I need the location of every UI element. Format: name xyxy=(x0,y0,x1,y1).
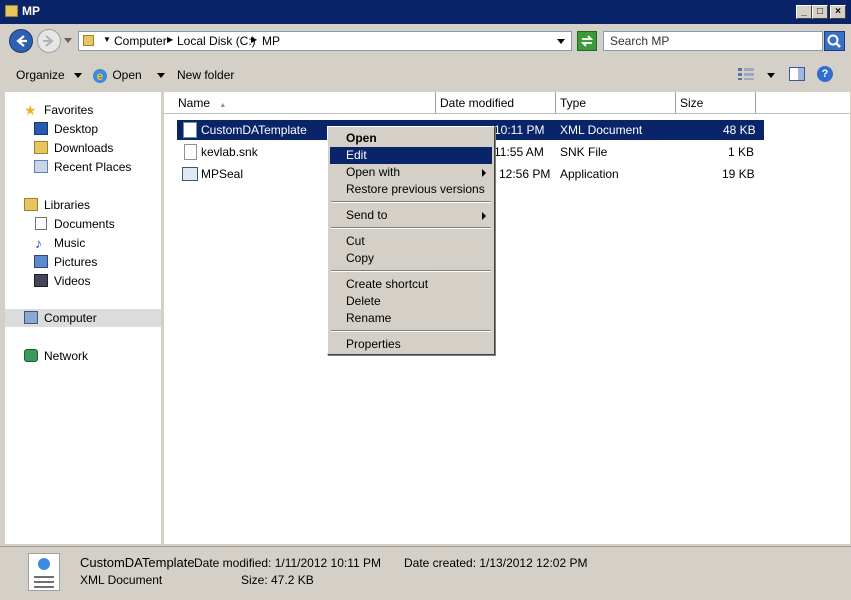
column-header-size[interactable]: Size xyxy=(676,92,756,114)
music-icon: ♪ xyxy=(35,235,42,251)
pictures-icon xyxy=(34,255,48,268)
nav-music[interactable]: ♪ Music xyxy=(5,234,161,252)
nav-computer[interactable]: Computer xyxy=(5,309,161,327)
details-pane: CustomDATemplate Date modified: 1/11/201… xyxy=(0,546,851,600)
menu-item-open-with[interactable]: Open with xyxy=(330,164,492,181)
navigation-pane: ★ Favorites Desktop Downloads Recent Pla… xyxy=(5,92,161,544)
nav-recent-places[interactable]: Recent Places xyxy=(5,158,161,176)
magnifier-icon xyxy=(827,34,841,48)
downloads-folder-icon xyxy=(34,141,48,154)
new-folder-button[interactable]: New folder xyxy=(177,68,234,82)
star-icon: ★ xyxy=(24,102,37,118)
nav-pictures[interactable]: Pictures xyxy=(5,253,161,271)
videos-icon xyxy=(34,274,48,287)
organize-button[interactable]: Organize xyxy=(16,68,83,82)
column-header-date[interactable]: Date modified xyxy=(436,92,556,114)
menu-item-copy[interactable]: Copy xyxy=(330,250,492,267)
folder-icon xyxy=(83,35,94,46)
command-bar: Organize e Open New folder ? xyxy=(0,60,851,90)
nav-documents[interactable]: Documents xyxy=(5,215,161,233)
open-label: Open xyxy=(112,68,142,82)
breadcrumb-computer[interactable]: Computer xyxy=(114,34,167,48)
views-icon[interactable] xyxy=(738,68,754,80)
xml-document-large-icon xyxy=(28,553,60,591)
window-title: MP xyxy=(22,4,40,18)
address-row: ▼ Computer ▶ Local Disk (C:) ▶ MP Search… xyxy=(0,24,851,60)
recent-pages-chevron-icon[interactable] xyxy=(64,38,72,43)
menu-item-rename[interactable]: Rename xyxy=(330,310,492,327)
network-icon xyxy=(24,349,38,362)
refresh-icon xyxy=(580,35,594,47)
dropdown-arrow-icon xyxy=(74,73,83,79)
minimize-button[interactable]: _ xyxy=(796,5,812,19)
address-dropdown-icon[interactable] xyxy=(557,39,565,44)
search-placeholder: Search MP xyxy=(610,34,670,48)
breadcrumb-separator-icon: ▶ xyxy=(167,35,174,44)
back-button[interactable] xyxy=(9,29,33,53)
breadcrumb-mp[interactable]: MP xyxy=(262,34,280,48)
forward-arrow-icon xyxy=(43,35,54,47)
details-date-modified: Date modified: 1/11/2012 10:11 PM xyxy=(194,556,382,570)
file-list: Name ▲ Date modified Type Size CustomDAT… xyxy=(164,92,850,544)
folder-icon xyxy=(5,5,18,17)
libraries-icon xyxy=(24,198,38,211)
details-file-name: CustomDATemplate xyxy=(80,555,195,570)
nav-downloads[interactable]: Downloads xyxy=(5,139,161,157)
menu-separator xyxy=(331,227,491,229)
menu-separator xyxy=(331,201,491,203)
application-icon xyxy=(182,167,198,181)
breadcrumb-local-disk[interactable]: Local Disk (C:) xyxy=(177,34,256,48)
nav-favorites[interactable]: ★ Favorites xyxy=(5,101,161,119)
nav-network[interactable]: Network xyxy=(5,347,161,365)
menu-separator xyxy=(331,330,491,332)
desktop-icon xyxy=(34,122,48,135)
nav-libraries[interactable]: Libraries xyxy=(5,196,161,214)
details-file-type: XML Document xyxy=(80,573,163,587)
title-bar: MP _ □ × xyxy=(0,0,851,24)
ie-icon: e xyxy=(93,68,107,83)
breadcrumb-separator-icon: ▼ xyxy=(103,35,111,44)
help-icon[interactable]: ? xyxy=(817,66,833,82)
menu-item-edit[interactable]: Edit xyxy=(330,147,492,164)
details-size: Size: 47.2 KB xyxy=(241,573,314,587)
computer-icon xyxy=(24,311,38,324)
nav-desktop[interactable]: Desktop xyxy=(5,120,161,138)
search-input[interactable]: Search MP xyxy=(603,31,823,51)
column-header-type[interactable]: Type xyxy=(556,92,676,114)
search-button[interactable] xyxy=(824,31,845,51)
nav-videos[interactable]: Videos xyxy=(5,272,161,290)
refresh-button[interactable] xyxy=(577,31,597,51)
preview-pane-icon[interactable] xyxy=(789,67,805,81)
documents-icon xyxy=(35,217,47,230)
menu-item-cut[interactable]: Cut xyxy=(330,233,492,250)
address-bar[interactable]: ▼ Computer ▶ Local Disk (C:) ▶ MP xyxy=(78,31,572,51)
menu-item-restore-previous-versions[interactable]: Restore previous versions xyxy=(330,181,492,198)
sort-ascending-icon: ▲ xyxy=(219,102,227,109)
recent-places-icon xyxy=(34,160,48,173)
submenu-arrow-icon xyxy=(482,212,486,220)
breadcrumb-separator-icon: ▶ xyxy=(251,35,258,44)
menu-item-properties[interactable]: Properties xyxy=(330,336,492,353)
menu-item-open[interactable]: Open xyxy=(330,130,492,147)
menu-separator xyxy=(331,270,491,272)
dropdown-arrow-icon xyxy=(157,73,166,79)
organize-label: Organize xyxy=(16,68,65,82)
file-icon xyxy=(184,144,197,160)
details-date-created: Date created: 1/13/2012 12:02 PM xyxy=(404,556,588,570)
menu-item-delete[interactable]: Delete xyxy=(330,293,492,310)
menu-item-send-to[interactable]: Send to xyxy=(330,207,492,224)
context-menu: Open Edit Open with Restore previous ver… xyxy=(327,126,495,355)
menu-item-create-shortcut[interactable]: Create shortcut xyxy=(330,276,492,293)
column-header-name[interactable]: Name ▲ xyxy=(164,92,436,114)
column-header-filler xyxy=(756,92,850,114)
back-arrow-icon xyxy=(16,35,27,47)
submenu-arrow-icon xyxy=(482,169,486,177)
forward-button[interactable] xyxy=(37,29,61,53)
views-dropdown-icon[interactable] xyxy=(767,73,775,78)
open-button[interactable]: e Open xyxy=(93,68,166,83)
xml-document-icon xyxy=(183,122,197,138)
maximize-button[interactable]: □ xyxy=(812,5,828,19)
close-button[interactable]: × xyxy=(830,5,846,19)
